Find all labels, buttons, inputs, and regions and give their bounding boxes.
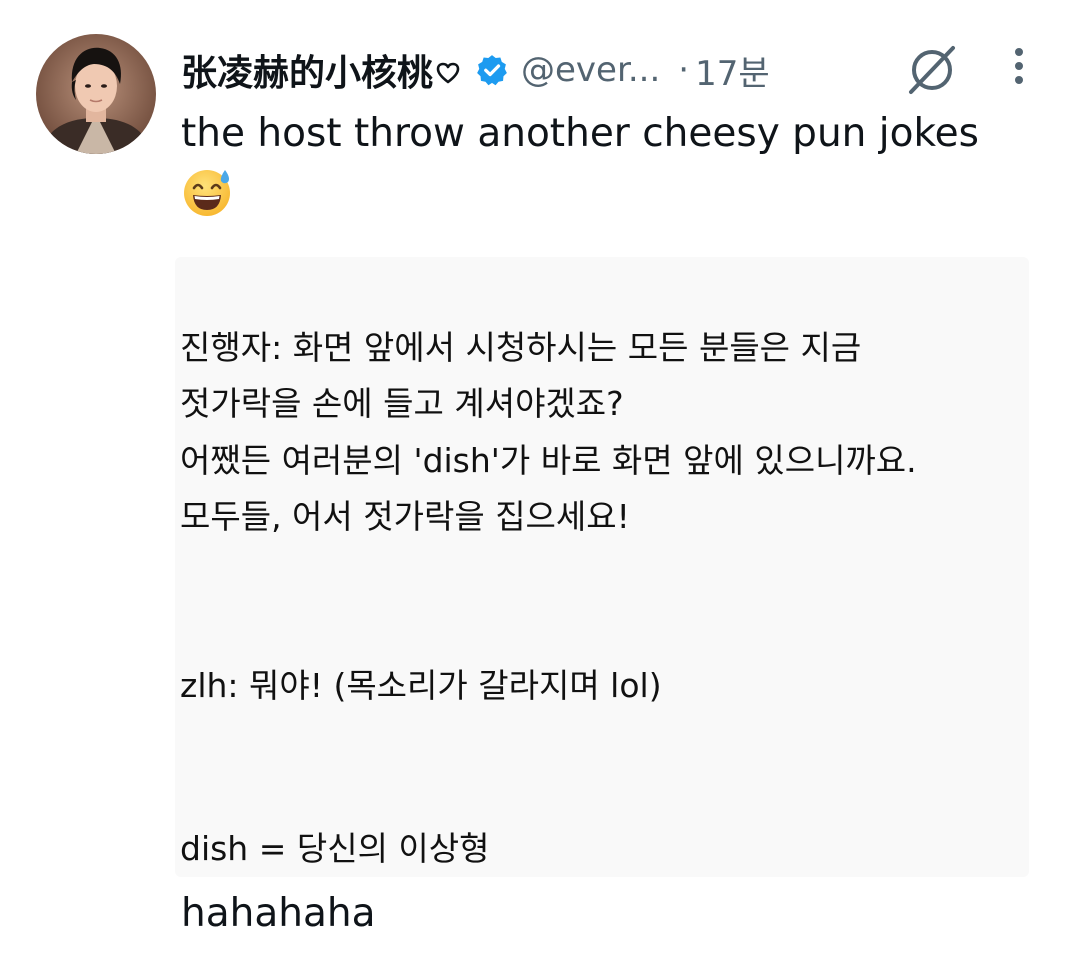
more-options-icon[interactable] [1004, 45, 1034, 89]
image-text-line: 진행자: 화면 앞에서 시청하시는 모든 분들은 지금 [180, 328, 862, 367]
grok-icon[interactable] [903, 42, 961, 96]
attached-image[interactable]: 진행자: 화면 앞에서 시청하시는 모든 분들은 지금 젓가락을 손에 들고 계… [175, 257, 1029, 877]
user-handle[interactable]: @ever... [521, 50, 660, 90]
grinning-face-with-sweat-emoji [181, 166, 233, 218]
image-text-line: 어쨌든 여러분의 'dish'가 바로 화면 앞에 있으니까요. [180, 441, 917, 480]
display-name[interactable]: 张凌赫的小核桃 [181, 44, 433, 96]
post-time[interactable]: 17분 [695, 46, 770, 95]
tweet-text: the host throw another cheesy pun jokes [181, 106, 1041, 218]
avatar[interactable] [36, 34, 156, 154]
tweet-text-continuation: hahahaha [181, 891, 376, 936]
image-text-line: zlh: 뭐야! (목소리가 갈라지며 lol) [180, 666, 662, 705]
verified-badge-icon[interactable] [475, 53, 509, 87]
image-text-line: dish = 당신의 이상형 [180, 829, 490, 868]
image-text-line: 모두들, 어서 젓가락을 집으세요! [180, 497, 630, 536]
tweet-text-line: the host throw another cheesy pun jokes [181, 111, 979, 156]
heart-outline-icon [435, 60, 461, 86]
separator-dot: · [678, 50, 690, 90]
image-text-line: 젓가락을 손에 들고 계셔야겠죠? [180, 384, 624, 423]
